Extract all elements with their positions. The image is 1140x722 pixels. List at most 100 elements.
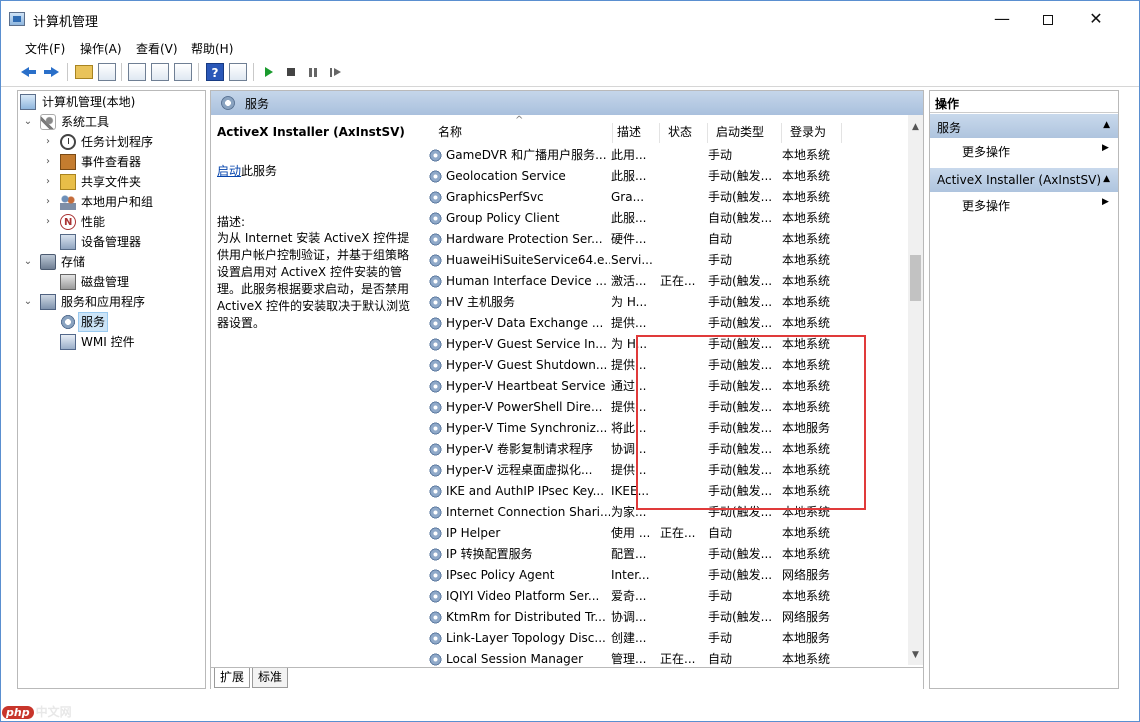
tree-item-event-viewer[interactable]: › 事件查看器 [20, 152, 200, 172]
tree-item-services[interactable]: 服务 [20, 312, 200, 332]
close-button[interactable]: ✕ [1073, 1, 1119, 37]
tree-item-performance[interactable]: › 性能 [20, 212, 200, 233]
menu-bar: 文件(F) 操作(A) 查看(V) 帮助(H) [1, 37, 1139, 59]
pause-service-icon[interactable] [304, 63, 322, 81]
service-row[interactable]: IQIYI Video Platform Ser... 爱奇... 手动 本地系统 [420, 586, 908, 607]
column-header-description[interactable]: 描述 [609, 123, 660, 143]
maximize-button[interactable] [1025, 1, 1071, 37]
up-folder-icon[interactable] [75, 65, 93, 79]
service-row[interactable]: Geolocation Service 此服... 手动(触发... 本地系统 [420, 166, 908, 187]
action-pane-icon[interactable] [229, 63, 247, 81]
users-icon [60, 194, 76, 210]
service-log-on-as: 本地系统 [782, 589, 831, 603]
collapse-arrow-icon[interactable]: ⌄ [22, 292, 34, 312]
column-header-log-on-as[interactable]: 登录为 [782, 123, 842, 143]
more-actions-selected-service[interactable]: 更多操作 ▶ [962, 197, 1112, 214]
tree-item-disk-management[interactable]: 磁盘管理 [20, 272, 200, 292]
column-header-status[interactable]: 状态 [660, 123, 708, 143]
start-service-suffix: 此服务 [241, 164, 278, 178]
service-description: 爱奇... [611, 589, 647, 603]
restart-service-icon[interactable] [327, 63, 345, 81]
service-description: Inter... [611, 568, 650, 582]
actions-section-services[interactable]: 服务 ▲ [930, 114, 1118, 138]
export-list-icon[interactable] [174, 63, 192, 81]
minimize-button[interactable]: — [979, 1, 1025, 37]
folder-icon [60, 174, 76, 190]
service-startup-type: 手动(触发... [708, 316, 773, 330]
expand-arrow-icon[interactable]: › [42, 172, 54, 192]
expand-arrow-icon[interactable]: › [42, 192, 54, 212]
service-log-on-as: 本地系统 [782, 211, 831, 225]
scroll-down-icon[interactable]: ▼ [908, 647, 923, 664]
tree-item-local-users[interactable]: › 本地用户和组 [20, 192, 200, 212]
start-service-icon[interactable] [260, 63, 278, 81]
service-row[interactable]: Hyper-V Data Exchange ... 提供... 手动(触发... 本地… [420, 313, 908, 334]
service-row[interactable]: GameDVR 和广播用户服务... 此用... 手动 本地系统 [420, 145, 908, 166]
collapse-caret-icon[interactable]: ▲ [1103, 120, 1110, 130]
tree-item-computer-management[interactable]: 计算机管理(本地) [20, 92, 200, 112]
show-hide-tree-icon[interactable] [98, 63, 116, 81]
service-gear-icon [428, 463, 443, 478]
service-gear-icon [428, 568, 443, 583]
more-actions-services[interactable]: 更多操作 ▶ [962, 143, 1112, 160]
tree-item-device-manager[interactable]: 设备管理器 [20, 232, 200, 252]
actions-section-selected-service[interactable]: ActiveX Installer (AxInstSV) ▲ [930, 168, 1118, 192]
expand-arrow-icon[interactable]: › [42, 132, 54, 152]
service-name: Geolocation Service [446, 169, 566, 183]
service-row[interactable]: GraphicsPerfSvc Gra... 手动(触发... 本地系统 [420, 187, 908, 208]
actions-section-label: ActiveX Installer (AxInstSV) [937, 173, 1102, 187]
menu-action[interactable]: 操作(A) [80, 40, 122, 57]
scroll-up-icon[interactable]: ▲ [908, 119, 923, 136]
service-startup-type: 自动 [708, 526, 733, 540]
collapse-arrow-icon[interactable]: ⌄ [22, 112, 34, 132]
tab-extended[interactable]: 扩展 [214, 668, 251, 688]
menu-help[interactable]: 帮助(H) [191, 40, 233, 57]
service-row[interactable]: IP 转换配置服务 配置... 手动(触发... 本地系统 [420, 544, 908, 565]
actions-pane: 操作 服务 ▲ 更多操作 ▶ ActiveX Installer (AxInst… [929, 90, 1119, 689]
refresh-icon[interactable] [151, 63, 169, 81]
help-icon[interactable]: ? [206, 63, 224, 81]
tree-item-label: 任务计划程序 [81, 135, 154, 149]
tree-item-task-scheduler[interactable]: › 任务计划程序 [20, 132, 200, 152]
service-row[interactable]: HuaweiHiSuiteService64.e... Servi... 手动 本地系… [420, 250, 908, 271]
stop-service-icon[interactable] [282, 63, 300, 81]
tree-item-system-tools[interactable]: ⌄ 系统工具 [20, 112, 200, 132]
service-row[interactable]: HV 主机服务 为 H... 手动(触发... 本地系统 [420, 292, 908, 313]
watermark-text: 中文网 [35, 705, 72, 719]
back-icon[interactable] [20, 63, 38, 81]
expand-arrow-icon[interactable]: › [42, 152, 54, 172]
tree-item-shared-folders[interactable]: › 共享文件夹 [20, 172, 200, 192]
service-startup-type: 手动 [708, 253, 733, 267]
service-gear-icon [428, 484, 443, 499]
scrollbar-thumb[interactable] [910, 255, 921, 301]
collapse-caret-icon[interactable]: ▲ [1103, 174, 1110, 184]
menu-file[interactable]: 文件(F) [25, 40, 65, 57]
column-header-startup-type[interactable]: 启动类型 [708, 123, 782, 143]
tree-item-wmi-control[interactable]: WMI 控件 [20, 332, 200, 352]
start-service-link[interactable]: 启动 [217, 164, 241, 178]
service-log-on-as: 本地系统 [782, 274, 831, 288]
forward-icon[interactable] [42, 63, 60, 81]
toolbar-separator [67, 63, 68, 81]
service-name: Hyper-V Time Synchroniz... [446, 421, 608, 435]
service-row[interactable]: Hardware Protection Ser... 硬件... 自动 本地系统 [420, 229, 908, 250]
service-row[interactable]: IP Helper 使用 ... 正在... 自动 本地系统 [420, 523, 908, 544]
collapse-arrow-icon[interactable]: ⌄ [22, 252, 34, 272]
menu-view[interactable]: 查看(V) [136, 40, 178, 57]
service-row[interactable]: KtmRm for Distributed Tr... 协调... 手动(触发...… [420, 607, 908, 628]
vertical-scrollbar[interactable]: ▲ ▼ [908, 115, 923, 665]
service-row[interactable]: Link-Layer Topology Disc... 创建... 手动 本地服务 [420, 628, 908, 649]
column-header-name[interactable]: 名称 [430, 123, 613, 143]
event-icon [60, 154, 76, 170]
tab-standard[interactable]: 标准 [252, 668, 289, 688]
service-row[interactable]: Human Interface Device ... 激活... 正在... 手动(触… [420, 271, 908, 292]
tree-item-services-and-apps[interactable]: ⌄ 服务和应用程序 [20, 292, 200, 312]
properties-icon[interactable] [128, 63, 146, 81]
wmi-icon [60, 334, 76, 350]
title-bar[interactable]: 计算机管理 — ✕ [1, 1, 1139, 37]
expand-arrow-icon[interactable]: › [42, 212, 54, 232]
service-row[interactable]: Group Policy Client 此服... 自动(触发... 本地系统 [420, 208, 908, 229]
tree-item-label: 服务 [78, 312, 109, 332]
service-row[interactable]: IPsec Policy Agent Inter... 手动(触发... 网络服务 [420, 565, 908, 586]
tree-item-storage[interactable]: ⌄ 存储 [20, 252, 200, 272]
